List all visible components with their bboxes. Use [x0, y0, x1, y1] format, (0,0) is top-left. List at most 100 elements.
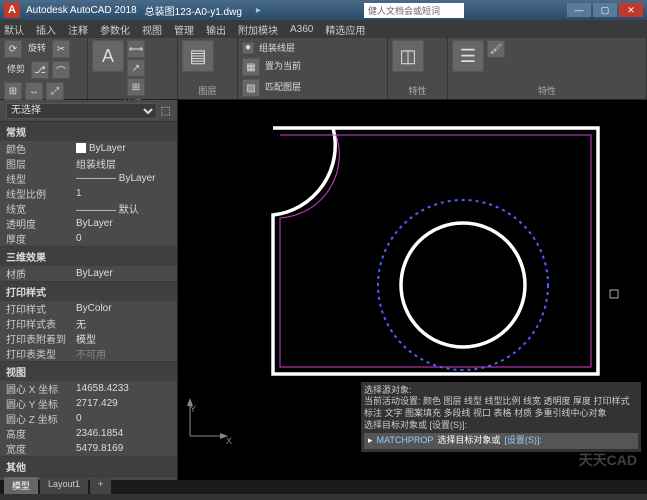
layer-state-icon[interactable]: ●: [242, 42, 254, 54]
section-3d: 三维效果: [0, 247, 177, 266]
cmd-option[interactable]: [设置(S)]:: [504, 435, 542, 447]
tab-default[interactable]: 默认: [4, 22, 24, 37]
cmd-line-3: 选择目标对象或 [设置(S)]:: [364, 420, 638, 432]
match-layer-icon[interactable]: ▨: [242, 79, 260, 97]
array-icon[interactable]: ⊞: [4, 82, 22, 100]
app-logo: A: [4, 2, 20, 18]
help-search[interactable]: 健人文档会或短词: [364, 3, 464, 18]
prop-transparency-label: 透明度: [6, 216, 76, 231]
command-history: 选择源对象: 当前活动设置: 颜色 图层 线型 线型比例 线宽 透明度 厚度 打…: [361, 382, 641, 452]
prop-cx-value[interactable]: 14658.4233: [76, 383, 171, 394]
prop-lineweight-value[interactable]: ———— 默认: [76, 201, 171, 216]
prop-thickness-value[interactable]: 0: [76, 233, 171, 244]
cmd-line-2: 当前活动设置: 颜色 图层 线型 线型比例 线宽 透明度 厚度 打印样式 标注 …: [364, 396, 638, 419]
prop-cy-label: 圆心 Y 坐标: [6, 396, 76, 411]
trim-button[interactable]: 修剪: [4, 61, 28, 79]
command-input[interactable]: ▸ MATCHPROP 选择目标对象或 [设置(S)]:: [364, 433, 638, 449]
properties-icon[interactable]: ☰: [452, 40, 484, 72]
prop-layer-label: 图层: [6, 156, 76, 171]
drawing-canvas[interactable]: Y X 选择源对象: 当前活动设置: 颜色 图层 线型 线型比例 线宽 透明度 …: [178, 100, 647, 480]
tab-parametric[interactable]: 参数化: [100, 22, 130, 37]
tab-annotate[interactable]: 注释: [68, 22, 88, 37]
model-tab[interactable]: 模型: [4, 477, 38, 494]
tab-a360[interactable]: A360: [290, 24, 313, 35]
dashed-circle: [378, 200, 548, 370]
prop-plotstyle-value[interactable]: ByColor: [76, 303, 171, 314]
quick-select-icon[interactable]: ⬚: [161, 104, 171, 117]
maximize-button[interactable]: ▢: [593, 3, 617, 17]
title-bar: A Autodesk AutoCAD 2018 总装图123-A0-y1.dwg…: [0, 0, 647, 20]
prop-cy-value[interactable]: 2717.429: [76, 398, 171, 409]
match-layer-button[interactable]: 匹配图层: [262, 79, 304, 97]
ribbon-tabs: 默认 插入 注释 参数化 视图 管理 输出 附加模块 A360 精选应用: [0, 20, 647, 38]
section-misc: 其他: [0, 457, 177, 476]
rotate-button[interactable]: 旋转: [25, 40, 49, 58]
prop-height-value[interactable]: 2346.1854: [76, 428, 171, 439]
dim-linear-icon[interactable]: ⟷: [127, 40, 145, 58]
fillet-icon[interactable]: ⌒: [52, 61, 70, 79]
stretch-icon[interactable]: ↔: [25, 82, 43, 100]
prop-cz-value[interactable]: 0: [76, 413, 171, 424]
prop-width-value[interactable]: 5479.8169: [76, 443, 171, 454]
current-layer[interactable]: 组装线层: [256, 40, 298, 55]
prop-plottable-value[interactable]: 无: [76, 316, 171, 331]
minimize-button[interactable]: —: [567, 3, 591, 17]
tab-addins[interactable]: 附加模块: [238, 22, 278, 37]
prop-plottype-value[interactable]: 不可用: [76, 346, 171, 361]
cmd-name: MATCHPROP: [377, 435, 434, 447]
table-icon[interactable]: ⊞: [127, 78, 145, 96]
prop-transparency-value[interactable]: ByLayer: [76, 218, 171, 229]
prop-lineweight-label: 线宽: [6, 201, 76, 216]
rotate-icon[interactable]: ⟳: [4, 40, 22, 58]
prop-ltscale-label: 线型比例: [6, 186, 76, 201]
prop-plotstyle-label: 打印样式: [6, 301, 76, 316]
magenta-offset-path: [280, 135, 591, 367]
inner-circle: [401, 223, 525, 347]
prop-width-label: 宽度: [6, 441, 76, 456]
ucs-x-label: X: [226, 436, 232, 446]
prop-height-label: 高度: [6, 426, 76, 441]
cmd-line-1: 选择源对象:: [364, 385, 638, 397]
selection-dropdown[interactable]: 无选择: [6, 103, 157, 119]
prop-color-value[interactable]: ByLayer: [76, 143, 171, 154]
add-layout-tab[interactable]: +: [90, 477, 111, 494]
qat-arrow-icon[interactable]: ▸: [256, 5, 261, 16]
tab-featured[interactable]: 精选应用: [325, 22, 365, 37]
prop-plottable-label: 打印样式表: [6, 316, 76, 331]
mirror-icon[interactable]: ⎇: [31, 61, 49, 79]
prop-layer-value[interactable]: 组装线层: [76, 156, 171, 171]
prop-plotattach-value[interactable]: 模型: [76, 331, 171, 346]
tab-insert[interactable]: 插入: [36, 22, 56, 37]
scale-icon[interactable]: ⤢: [46, 82, 64, 100]
prop-color-label: 颜色: [6, 141, 76, 156]
trim-icon[interactable]: ✂: [52, 40, 70, 58]
props-group-label: 特性: [392, 84, 443, 97]
prop-plotattach-label: 打印表附着到: [6, 331, 76, 346]
pickbox-cursor: [610, 290, 618, 298]
prop-plottype-label: 打印表类型: [6, 346, 76, 361]
make-current-button[interactable]: 置为当前: [262, 58, 304, 76]
block-icon[interactable]: ◫: [392, 40, 424, 72]
close-button[interactable]: ✕: [619, 3, 643, 17]
prop-thickness-label: 厚度: [6, 231, 76, 246]
matchprop-icon[interactable]: 🖌: [487, 40, 505, 58]
layer-tool-icon[interactable]: ▦: [242, 58, 260, 76]
tab-view[interactable]: 视图: [142, 22, 162, 37]
app-title: Autodesk AutoCAD 2018: [26, 5, 137, 16]
prop-material-value[interactable]: ByLayer: [76, 268, 171, 279]
properties-palette: 无选择 ⬚ 常规 颜色ByLayer 图层组装线层 线型———— ByLayer…: [0, 100, 178, 480]
layout-tabs: 模型 Layout1 +: [4, 477, 111, 494]
outline-path: [273, 128, 598, 374]
watermark: 天天CAD: [579, 450, 637, 470]
leader-icon[interactable]: ↗: [127, 59, 145, 77]
prop-linetype-label: 线型: [6, 171, 76, 186]
tab-output[interactable]: 输出: [206, 22, 226, 37]
prop-linetype-value[interactable]: ———— ByLayer: [76, 173, 171, 184]
layout1-tab[interactable]: Layout1: [40, 477, 88, 494]
file-name: 总装图123-A0-y1.dwg: [145, 3, 242, 18]
tab-manage[interactable]: 管理: [174, 22, 194, 37]
layer-props-icon[interactable]: ▤: [182, 40, 214, 72]
text-icon[interactable]: A: [92, 40, 124, 72]
prop-ltscale-value[interactable]: 1: [76, 188, 171, 199]
ucs-y-label: Y: [190, 404, 196, 414]
